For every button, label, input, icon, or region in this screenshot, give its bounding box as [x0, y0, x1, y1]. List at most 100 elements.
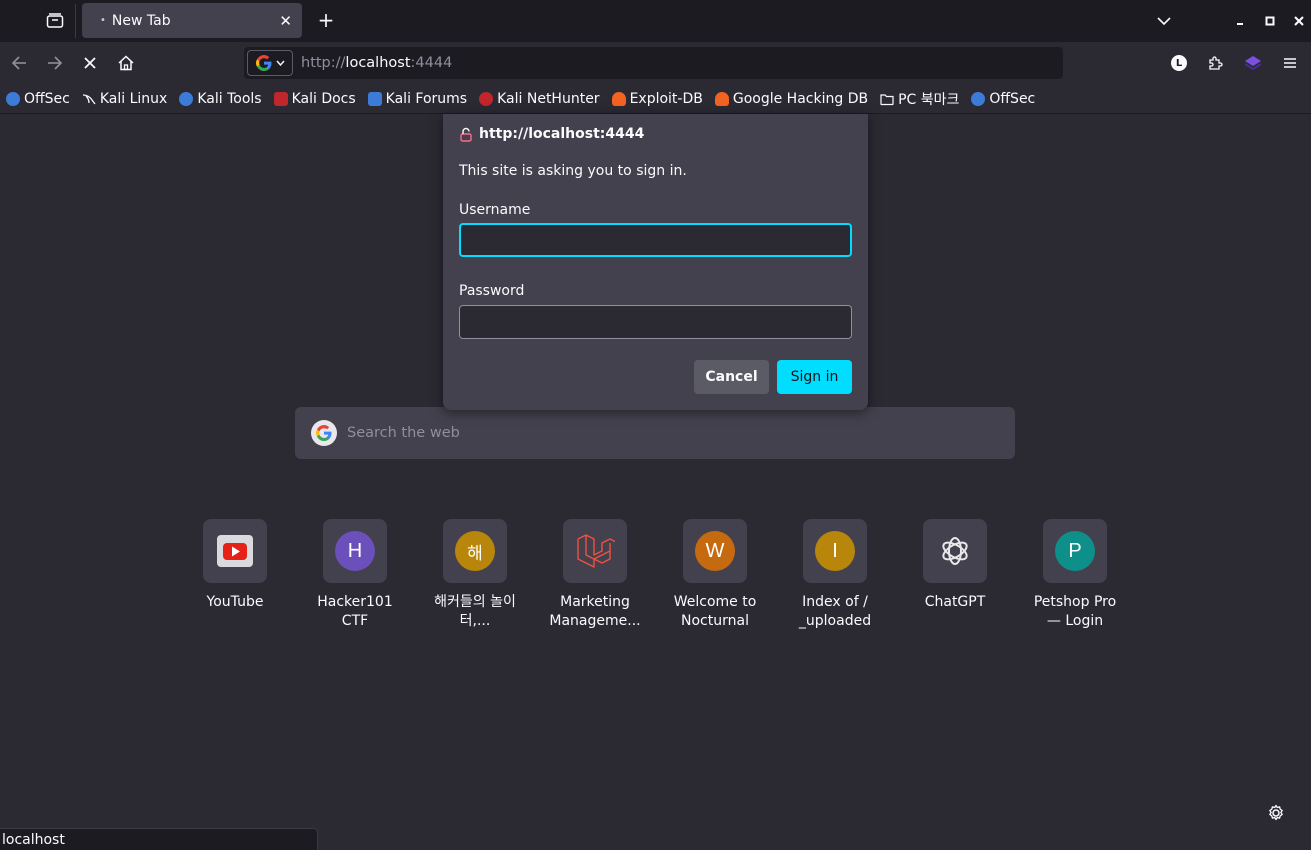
cancel-button[interactable]: Cancel — [694, 360, 769, 394]
kali-tools-icon — [179, 91, 194, 106]
tab-strip: • New Tab ✕ + — [0, 0, 1311, 42]
bookmark-kali-forums[interactable]: Kali Forums — [367, 90, 468, 107]
top-sites: YouTube H Hacker101 CTF 해 해커들의 놀이터,... M… — [175, 519, 1135, 659]
maximize-button[interactable] — [1257, 8, 1283, 34]
offsec-icon — [971, 91, 986, 106]
chevron-down-icon — [275, 60, 285, 66]
gear-icon[interactable] — [1266, 803, 1286, 823]
password-field[interactable] — [459, 305, 852, 339]
folder-icon — [880, 93, 894, 105]
tile-label: Petshop Pro — Login — [1033, 594, 1117, 629]
forward-button[interactable] — [40, 48, 70, 78]
tile-icon-box: H — [323, 519, 387, 583]
stop-icon — [84, 57, 96, 69]
bookmark-label: Exploit-DB — [629, 90, 703, 107]
bookmark-kali-linux[interactable]: Kali Linux — [82, 91, 167, 107]
google-icon — [255, 55, 271, 71]
back-button[interactable] — [4, 48, 34, 78]
ghdb-icon — [714, 91, 729, 106]
account-button[interactable]: L — [1164, 48, 1194, 78]
bookmark-exploit-db[interactable]: Exploit-DB — [611, 90, 703, 107]
search-engine-button[interactable] — [247, 50, 293, 76]
bookmark-label: Kali Linux — [99, 90, 168, 107]
bookmark-kali-tools[interactable]: Kali Tools — [179, 90, 262, 107]
tab-close-icon[interactable]: ✕ — [279, 12, 292, 30]
nethunter-icon — [479, 91, 494, 106]
status-panel: localhost — [0, 828, 318, 850]
maximize-icon — [1265, 16, 1275, 26]
tile-label: Marketing Manageme... — [549, 594, 641, 629]
url-scheme: http:// — [301, 55, 346, 71]
app-menu-button[interactable] — [1275, 48, 1305, 78]
bookmark-label: Kali Forums — [385, 90, 468, 107]
search-placeholder: Search the web — [347, 425, 460, 441]
close-window-button[interactable] — [1286, 8, 1311, 34]
exploit-db-icon — [611, 91, 626, 106]
tile-icon-box — [203, 519, 267, 583]
dialog-origin-text: http://localhost:4444 — [479, 126, 645, 142]
bookmark-offsec[interactable]: OffSec — [6, 91, 70, 107]
top-site-tile[interactable]: 해 해커들의 놀이터,... — [415, 519, 535, 631]
bookmark-label: Kali Docs — [291, 90, 356, 107]
bookmark-label: Kali NetHunter — [497, 90, 600, 107]
close-icon — [1294, 16, 1304, 26]
youtube-icon — [217, 535, 253, 567]
letter-icon: P — [1055, 531, 1095, 571]
top-site-tile[interactable]: YouTube — [175, 519, 295, 612]
top-site-tile[interactable]: P Petshop Pro — Login — [1015, 519, 1135, 631]
tab-new-tab[interactable]: • New Tab ✕ — [82, 3, 302, 38]
bookmark-label: Google Hacking DB — [732, 90, 869, 107]
top-site-tile[interactable]: W Welcome to Nocturnal — [655, 519, 775, 631]
url-text: http://localhost:4444 — [301, 55, 452, 71]
home-button[interactable] — [111, 48, 141, 78]
profile-avatar: L — [1171, 55, 1187, 71]
top-site-tile[interactable]: ChatGPT — [895, 519, 1015, 612]
google-icon — [311, 420, 337, 446]
bookmark-kali-docs[interactable]: Kali Docs — [273, 90, 356, 107]
cube-icon — [1245, 56, 1261, 70]
bookmark-label: PC 북마크 — [898, 91, 960, 108]
tile-icon-box — [923, 519, 987, 583]
bookmark-offsec-2[interactable]: OffSec — [971, 91, 1035, 107]
extension-button[interactable] — [1238, 48, 1268, 78]
tile-icon-box — [563, 519, 627, 583]
top-site-tile[interactable]: H Hacker101 CTF — [295, 519, 415, 631]
web-search-box[interactable]: Search the web — [295, 407, 1015, 459]
firefox-view-button[interactable] — [34, 4, 76, 38]
minimize-button[interactable] — [1227, 8, 1253, 34]
extensions-button[interactable] — [1200, 48, 1230, 78]
kali-docs-icon — [273, 91, 288, 106]
tile-label: YouTube — [206, 594, 264, 610]
bookmark-google-hacking-db[interactable]: Google Hacking DB — [714, 90, 869, 107]
bookmark-kali-nethunter[interactable]: Kali NetHunter — [479, 90, 600, 107]
url-bar[interactable]: http://localhost:4444 — [244, 47, 1063, 79]
username-field[interactable] — [459, 223, 852, 257]
top-site-tile[interactable]: Marketing Manageme... — [535, 519, 655, 631]
bookmark-label: Kali Tools — [197, 90, 262, 107]
chatgpt-icon — [942, 537, 968, 565]
tab-loading-dot: • — [100, 15, 106, 26]
laravel-icon — [577, 534, 615, 568]
bookmark-folder-pc[interactable]: PC 북마크 — [880, 89, 959, 109]
tab-title: New Tab — [111, 12, 171, 29]
auth-dialog: http://localhost:4444 This site is askin… — [443, 114, 868, 410]
dialog-origin: http://localhost:4444 — [459, 126, 644, 142]
tile-icon-box: 해 — [443, 519, 507, 583]
tile-label: ChatGPT — [924, 594, 986, 610]
sign-in-button[interactable]: Sign in — [777, 360, 852, 394]
top-site-tile[interactable]: I Index of / _uploaded — [775, 519, 895, 631]
bookmark-label: OffSec — [24, 90, 70, 107]
tile-icon-box: P — [1043, 519, 1107, 583]
arrow-left-icon — [11, 56, 26, 70]
tile-label: Hacker101 CTF — [317, 594, 393, 629]
dialog-message: This site is asking you to sign in. — [459, 163, 687, 179]
tile-icon-box: I — [803, 519, 867, 583]
minimize-icon — [1237, 23, 1243, 25]
list-all-tabs-button[interactable] — [1151, 8, 1177, 34]
kali-forums-icon — [367, 91, 382, 106]
offsec-icon — [6, 91, 20, 106]
new-tab-button[interactable]: + — [312, 6, 340, 34]
kali-dragon-icon — [82, 93, 96, 104]
stop-button[interactable] — [75, 48, 105, 78]
tab-list-icon — [46, 13, 63, 28]
